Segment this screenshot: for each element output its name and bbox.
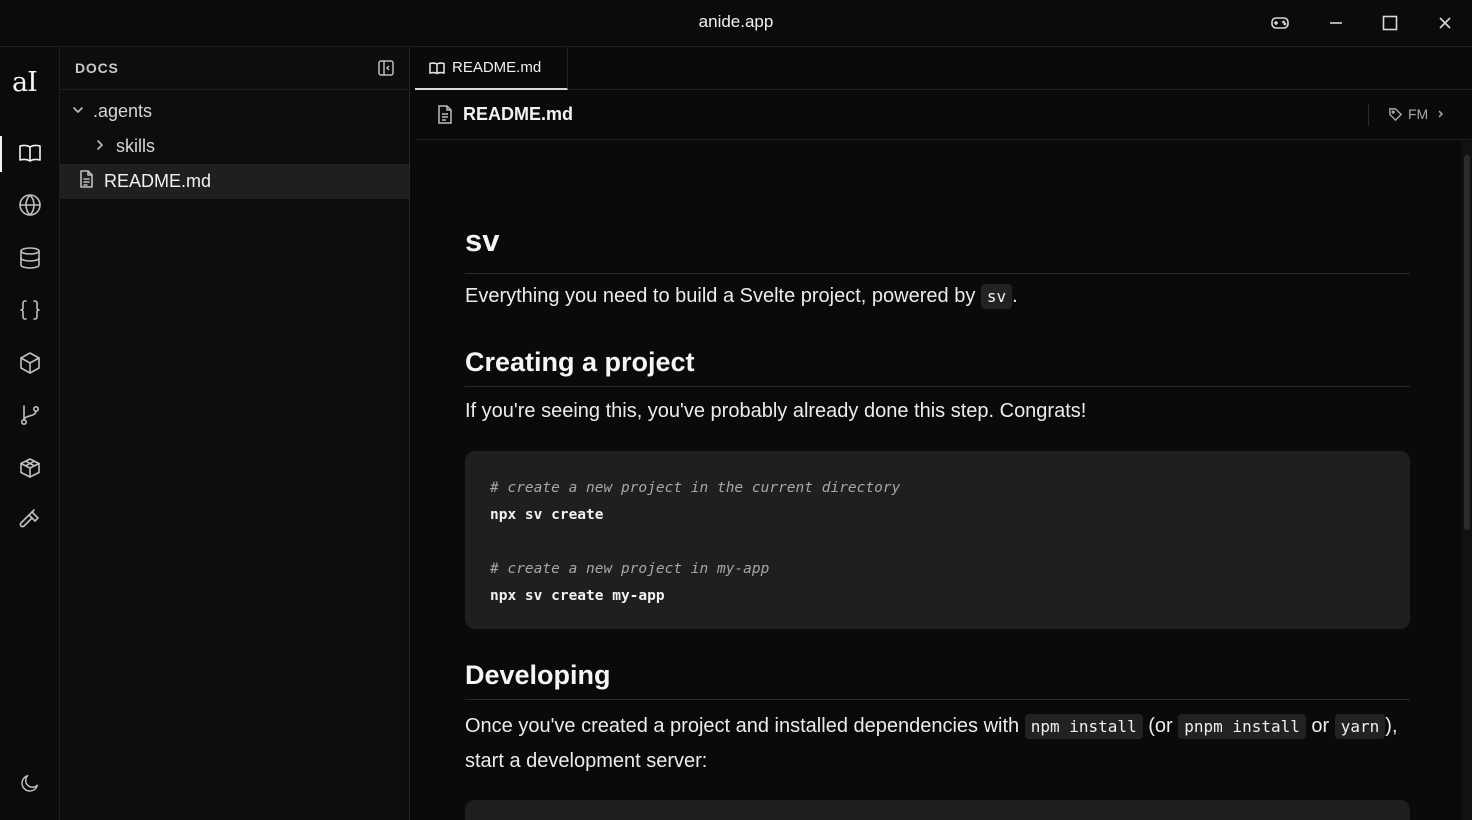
title-bar: anide.app (0, 0, 1472, 47)
chevron-right-icon (93, 136, 107, 157)
gamepad-icon[interactable] (1266, 10, 1294, 36)
code-line: npx sv create my-app (490, 588, 665, 604)
create-paragraph: If you're seeing this, you've probably a… (465, 400, 1087, 422)
file-icon (78, 170, 94, 193)
chevron-right-icon (1438, 110, 1444, 118)
code-comment: # create a new project in my-app (490, 561, 770, 577)
breadcrumb-file-label: README.md (463, 104, 574, 124)
globe-icon[interactable] (14, 189, 46, 221)
code-block: # create a new project in the current di… (465, 451, 1410, 629)
book-open-icon (429, 61, 445, 74)
boxes-icon[interactable] (14, 452, 46, 484)
inline-code: pnpm install (1178, 714, 1306, 739)
inline-code: yarn (1334, 714, 1386, 739)
inline-code: npm install (1024, 714, 1143, 739)
tab-label: README.md (452, 59, 542, 76)
tree-item-label: skills (116, 136, 155, 156)
intro-paragraph: Everything you need to build a Svelte pr… (465, 284, 1018, 309)
tree-item-agents[interactable]: .agents (60, 94, 409, 129)
breadcrumb-file: README.md (437, 104, 573, 125)
developing-paragraph: Once you've created a project and instal… (465, 714, 1398, 772)
explorer-header: DOCS (60, 47, 409, 90)
file-icon (438, 105, 452, 124)
tree-item-label: .agents (93, 101, 153, 121)
activity-bar: aI (0, 47, 60, 820)
app-logo: aI (12, 67, 38, 98)
tree-item-label: README.md (104, 171, 212, 191)
chevron-down-icon (71, 101, 85, 122)
divider (1368, 104, 1369, 126)
hammer-icon[interactable] (14, 504, 46, 536)
package-icon[interactable] (14, 347, 46, 379)
explorer-panel: DOCS .agents skills README.md (60, 47, 410, 820)
tab-readme[interactable]: README.md (415, 47, 568, 90)
minimize-button[interactable] (1322, 10, 1350, 36)
explorer-title: DOCS (75, 60, 119, 76)
close-button[interactable] (1431, 10, 1459, 36)
active-indicator (0, 136, 2, 172)
tree-item-skills[interactable]: skills (60, 129, 409, 164)
maximize-button[interactable] (1376, 10, 1404, 36)
frontmatter-button[interactable]: FM (1388, 106, 1446, 122)
frontmatter-label: FM (1408, 106, 1429, 122)
scrollbar-thumb[interactable] (1464, 155, 1470, 530)
code-block (465, 800, 1410, 820)
scrollbar[interactable] (1462, 141, 1472, 820)
code-comment: # create a new project in the current di… (490, 480, 901, 496)
breadcrumb: README.md FM (415, 90, 1472, 140)
tag-icon (1389, 107, 1403, 121)
braces-icon[interactable] (14, 294, 46, 326)
theme-toggle-moon-icon[interactable] (14, 767, 46, 799)
sidebar-toggle-icon[interactable] (377, 59, 395, 82)
editor-area: README.md README.md FM sv Everything you… (415, 47, 1472, 820)
code-line: npx sv create (490, 507, 604, 523)
doc-title: sv (465, 223, 1410, 274)
tab-bar: README.md (415, 47, 1472, 90)
book-icon[interactable] (14, 137, 46, 169)
database-icon[interactable] (14, 242, 46, 274)
heading-creating-project: Creating a project (465, 347, 1410, 387)
heading-developing: Developing (465, 660, 1410, 700)
window-title: anide.app (698, 12, 774, 31)
inline-code: sv (980, 284, 1013, 309)
git-branch-icon[interactable] (14, 399, 46, 431)
tree-item-readme[interactable]: README.md (60, 164, 409, 199)
